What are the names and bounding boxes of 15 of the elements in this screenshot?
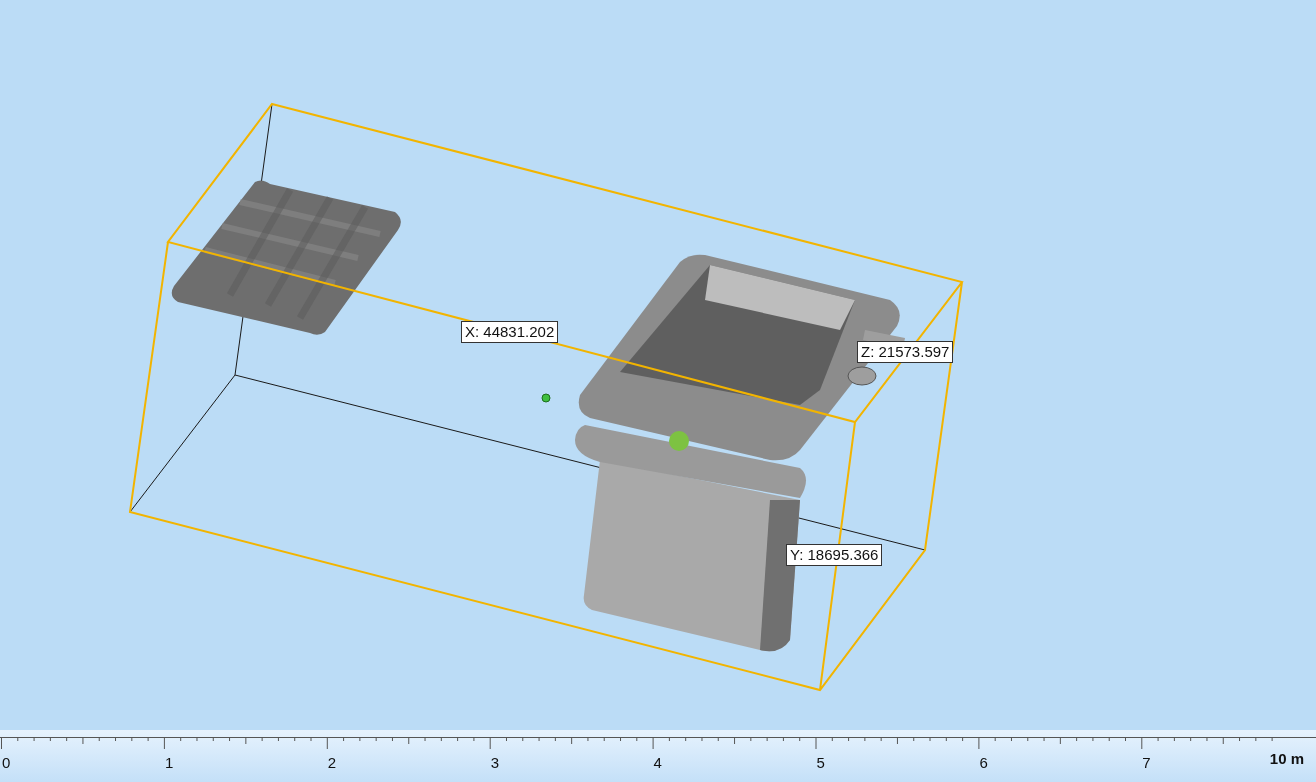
scale-label: 5 <box>816 754 825 771</box>
point-marker <box>541 393 551 403</box>
scale-unit-label: 10 m <box>1269 750 1304 767</box>
dimension-label: X: 44831.202 <box>461 321 559 343</box>
scale-label: 7 <box>1142 754 1151 771</box>
scale-label: 2 <box>327 754 337 771</box>
dimension-label: Y: 18695.366 <box>786 544 883 566</box>
3d-viewport[interactable]: X: 44831.202 Z: 21573.597 Y: 18695.366 <box>0 0 1316 730</box>
dimension-label: Z: 21573.597 <box>857 341 954 363</box>
scale-label: 6 <box>979 754 988 771</box>
scale-label: 0 <box>2 754 11 771</box>
scale-label: 4 <box>653 754 662 771</box>
scale-label: 3 <box>490 754 500 771</box>
point-marker <box>669 431 689 451</box>
scale-label: 1 <box>164 754 174 771</box>
